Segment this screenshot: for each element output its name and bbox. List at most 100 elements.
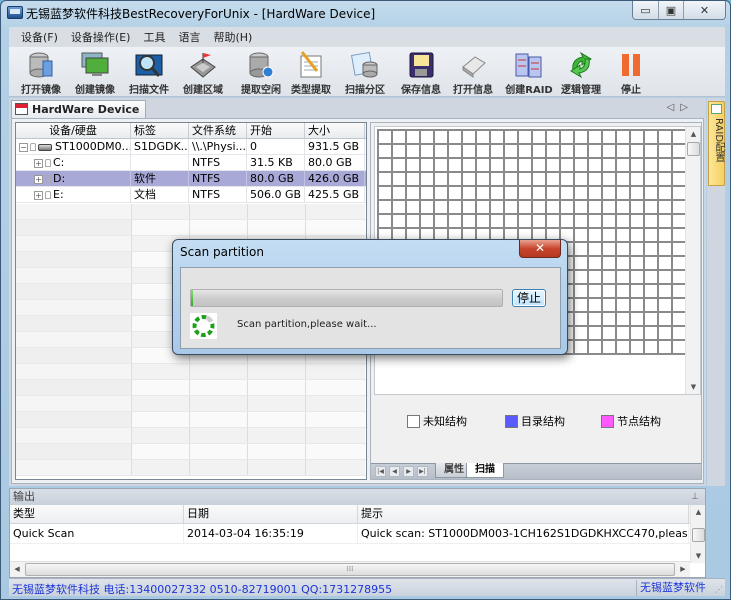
scan-partition-button[interactable]: 扫描分区 [337,49,393,96]
resize-grip-icon[interactable]: ⋰ [715,585,723,594]
next-sheet-icon[interactable]: ▶ [403,466,414,477]
empty-cell [16,364,131,379]
collapse-icon[interactable]: − [19,142,28,152]
empty-cell [16,460,131,475]
block-cell [631,271,645,285]
block-cell [393,215,407,229]
empty-cell [131,204,189,219]
close-button[interactable]: ✕ [683,1,725,19]
block-cell [519,145,533,159]
menu-device[interactable]: 设备(F) [21,29,58,45]
block-cell [589,159,603,173]
scroll-up-icon[interactable]: ▲ [691,505,706,519]
minimize-button[interactable]: ▭ [633,1,658,19]
create-image-button[interactable]: 创建镜像 [67,49,123,96]
save-info-button[interactable]: 保存信息 [393,49,449,96]
dialog-close-button[interactable]: ✕ [519,240,561,258]
stop-button[interactable]: 停止 [603,49,659,96]
device-row[interactable]: + C: NTFS 31.5 KB 80.0 GB [16,155,366,171]
output-vscroll[interactable]: ▲ ▼ [690,505,705,563]
create-raid-button[interactable]: 创建RAID [501,49,557,96]
open-info-button[interactable]: 打开信息 [445,49,501,96]
open-image-button[interactable]: 打开镜像 [13,49,69,96]
col-start[interactable]: 开始 [247,123,305,138]
block-cell [645,257,659,271]
prev-sheet-icon[interactable]: ◀ [389,466,400,477]
expand-icon[interactable]: + [34,174,43,184]
col-label[interactable]: 标签 [131,123,189,138]
col-filesystem[interactable]: 文件系统 [189,123,247,138]
tab-nav: ◁▷ [667,102,694,113]
menu-bar: 设备(F) 设备操作(E) 工具 语言 帮助(H) [9,27,725,47]
col-device[interactable]: 设备/硬盘 [16,123,131,138]
device-row[interactable]: + D: 软件 NTFS 80.0 GB 426.0 GB [16,171,366,187]
tab-next-icon[interactable]: ▷ [680,102,694,113]
type-extract-button[interactable]: 类型提取 [283,49,339,96]
scroll-thumb[interactable] [692,528,705,542]
block-cell [491,145,505,159]
scroll-down-icon[interactable]: ▼ [691,549,706,563]
block-cell [617,243,631,257]
scroll-down-icon[interactable]: ▼ [686,380,701,394]
col-date[interactable]: 日期 [184,505,358,523]
tab-hardware-device[interactable]: HardWare Device [11,100,147,118]
scan-progress-bar [190,289,503,307]
scroll-right-icon[interactable]: ▶ [676,562,690,577]
empty-cell [131,444,189,459]
block-cell [645,159,659,173]
block-cell [379,159,393,173]
dialog-stop-button[interactable]: 停止 [512,289,546,307]
block-map-scrollbar[interactable]: ▲ ▼ [685,127,700,394]
extract-free-icon [247,51,275,79]
block-cell [575,131,589,145]
tab-prev-icon[interactable]: ◁ [667,102,681,113]
scroll-up-icon[interactable]: ▲ [686,127,701,141]
raid-config-tab[interactable]: RAID配置 [708,101,725,186]
first-sheet-icon[interactable]: |◀ [375,466,386,477]
col-type[interactable]: 类型 [10,505,184,523]
empty-cell [189,204,247,219]
create-region-button[interactable]: 创建区域 [175,49,231,96]
scan-file-button[interactable]: 扫描文件 [121,49,177,96]
empty-row [16,204,366,220]
hscroll-thumb[interactable]: ⁞⁞⁞ [25,563,675,576]
block-cell [659,145,673,159]
block-cell [379,201,393,215]
device-start: 31.5 KB [247,155,305,170]
scan-file-label: 扫描文件 [129,85,169,96]
save-info-label: 保存信息 [401,85,441,96]
tab-scan[interactable]: 扫描 [466,463,504,478]
col-size[interactable]: 大小 [305,123,365,138]
logic-manage-button[interactable]: 逻辑管理 [553,49,609,96]
side-rail: RAID配置 [707,98,725,486]
block-cell [575,327,589,341]
legend-swatch-directory [505,414,518,428]
scroll-left-icon[interactable]: ◀ [10,562,24,577]
open-info-icon [459,51,487,79]
expand-icon[interactable]: + [34,158,43,168]
block-cell [477,131,491,145]
menu-help[interactable]: 帮助(H) [213,29,252,45]
menu-language[interactable]: 语言 [178,29,200,45]
col-hint[interactable]: 提示 [358,505,689,523]
device-name: C: [53,156,65,169]
output-hscroll[interactable]: ◀ ⁞⁞⁞ ▶ [10,561,690,577]
extract-free-button[interactable]: 提取空闲 [233,49,289,96]
block-cell [645,229,659,243]
block-cell [603,285,617,299]
menu-tools[interactable]: 工具 [143,29,165,45]
device-row[interactable]: + E: 文档 NTFS 506.0 GB 425.5 GB [16,187,366,203]
device-row[interactable]: − ST1000DM0... S1DGDK... \\.\Physi... 0 931.5… [16,139,366,155]
block-cell [477,215,491,229]
menu-device-ops[interactable]: 设备操作(E) [71,29,131,45]
maximize-button[interactable]: ▣ [658,1,683,19]
scroll-thumb[interactable] [687,142,700,156]
empty-cell [305,444,365,459]
last-sheet-icon[interactable]: ▶| [417,466,428,477]
pin-icon[interactable]: ⊥ [691,489,699,505]
loading-spinner-icon [190,313,217,339]
block-cell [659,229,673,243]
expand-icon[interactable]: + [34,190,43,200]
device-name-cell: − ST1000DM0... [16,139,131,154]
output-row[interactable]: Quick Scan 2014-03-04 16:35:19 Quick sca… [10,524,705,544]
